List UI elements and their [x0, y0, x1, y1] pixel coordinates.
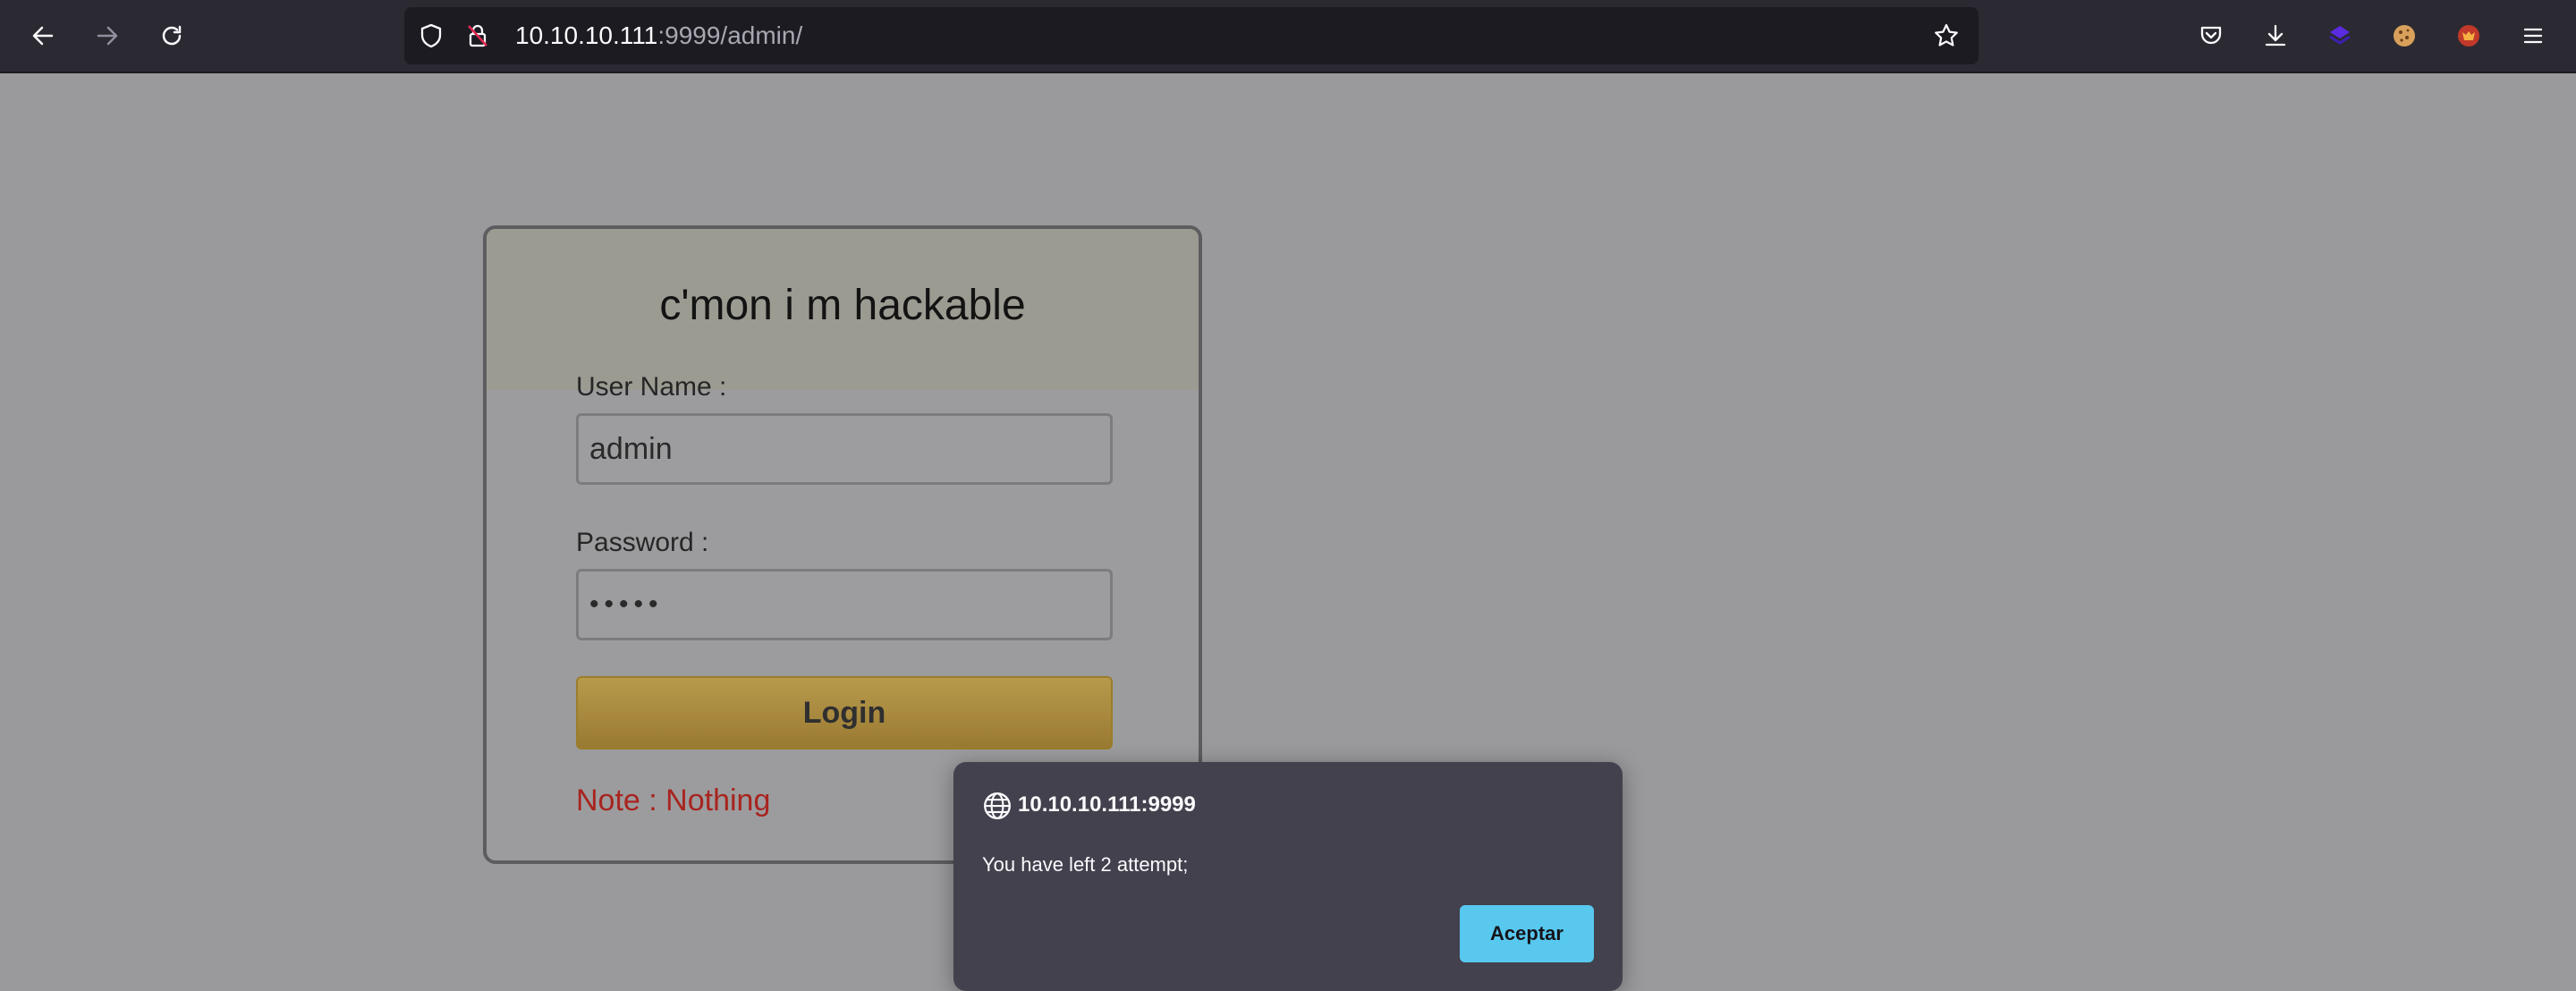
- alert-dialog: 10.10.10.111:9999 You have left 2 attemp…: [953, 762, 1623, 991]
- password-input[interactable]: •••••: [576, 569, 1113, 640]
- extension-icon: [2329, 26, 2351, 45]
- password-label: Password :: [576, 528, 709, 557]
- reload-button[interactable]: [150, 14, 193, 57]
- username-label: User Name :: [576, 372, 727, 402]
- back-button[interactable]: [21, 14, 64, 57]
- dialog-origin: 10.10.10.111:9999: [1018, 792, 1196, 817]
- pocket-icon: [2200, 26, 2222, 45]
- cookie-extension-button[interactable]: [2383, 14, 2426, 57]
- url-bar[interactable]: 10.10.10.111:9999/admin/: [404, 7, 1979, 64]
- accept-button[interactable]: Aceptar: [1460, 905, 1594, 962]
- login-title: c'mon i m hackable: [659, 282, 1026, 329]
- extension-button[interactable]: [2318, 14, 2361, 57]
- url-host: 10.10.10.111: [515, 21, 658, 49]
- note-text: Note : Nothing: [576, 783, 771, 817]
- download-icon: [2265, 24, 2286, 47]
- downloads-button[interactable]: [2254, 14, 2297, 57]
- fox-extension-button[interactable]: [2447, 14, 2490, 57]
- insecure-lock-icon[interactable]: [463, 21, 492, 50]
- bookmark-star-icon[interactable]: [1932, 21, 1961, 50]
- username-input[interactable]: admin: [576, 413, 1113, 485]
- forward-button[interactable]: [86, 14, 129, 57]
- shield-icon[interactable]: [417, 21, 445, 50]
- reload-icon: [162, 25, 182, 46]
- extension-fox-icon: [2458, 25, 2479, 47]
- dialog-message: You have left 2 attempt;: [982, 853, 1189, 876]
- cookie-icon: [2394, 25, 2415, 47]
- url-path: :9999/admin/: [657, 21, 803, 49]
- login-button[interactable]: Login: [576, 676, 1113, 750]
- menu-icon: [2523, 28, 2543, 44]
- browser-toolbar: 10.10.10.111:9999/admin/: [0, 0, 2576, 73]
- pocket-button[interactable]: [2190, 14, 2233, 57]
- back-icon: [32, 26, 54, 46]
- page-content: c'mon i m hackable User Name : admin Pas…: [0, 73, 2576, 991]
- forward-icon: [97, 26, 118, 46]
- menu-button[interactable]: [2512, 14, 2555, 57]
- url-text[interactable]: 10.10.10.111:9999/admin/: [515, 7, 802, 64]
- globe-icon: [984, 792, 1011, 819]
